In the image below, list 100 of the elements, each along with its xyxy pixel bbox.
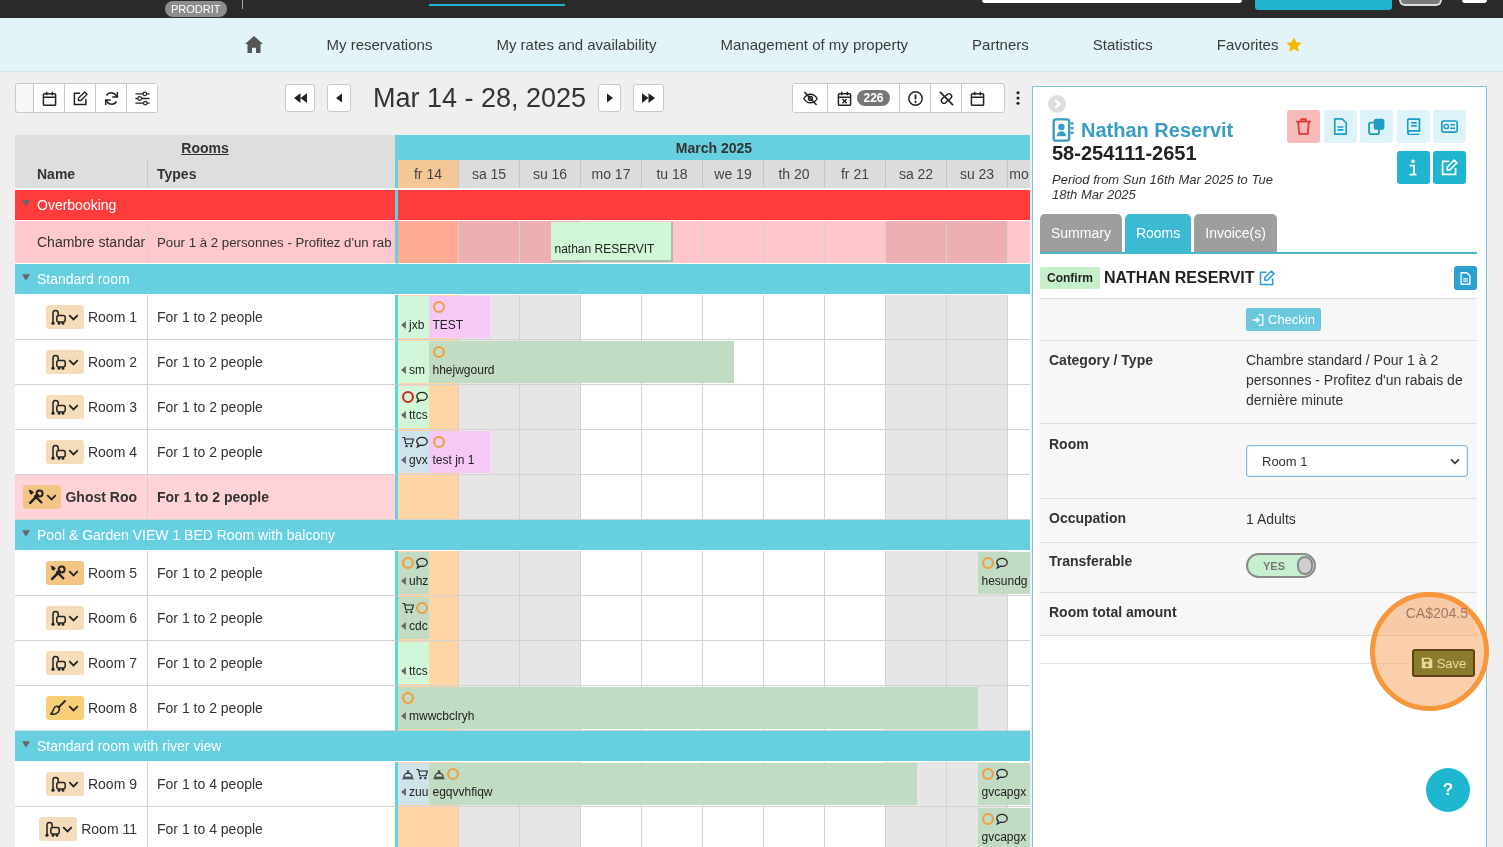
group-header[interactable]: Overbooking (15, 190, 398, 220)
room-type: For 1 to 4 people (157, 776, 263, 792)
booking-bar[interactable]: gvcapgx (977, 808, 1030, 847)
caret-left-icon (401, 788, 406, 796)
guest-name: Nathan Reservit (1081, 118, 1234, 142)
nav-link[interactable]: My rates and availability (496, 36, 657, 53)
housekeeping-menu-button[interactable] (39, 817, 78, 841)
housekeeping-menu-button[interactable] (23, 485, 62, 509)
room-name: Room 11 (81, 821, 137, 837)
booking-bar[interactable]: jxb (398, 296, 429, 338)
vacuum-icon (43, 821, 60, 837)
room-type: For 1 to 2 people (157, 444, 263, 460)
room-select[interactable]: Room 1 (1246, 445, 1468, 477)
booking-bar[interactable]: mwwcbclryh (398, 687, 978, 729)
nav-link[interactable]: Management of my property (720, 36, 909, 53)
housekeeping-menu-button[interactable] (45, 606, 84, 630)
booking-bar[interactable]: zuu (398, 763, 429, 805)
book-button[interactable] (1396, 110, 1430, 143)
chevron-down-icon (68, 358, 80, 366)
day-header: su 16 (520, 160, 581, 188)
room-type: Pour 1 à 2 personnes - Profitez d'un rab (157, 234, 392, 250)
header-button[interactable] (1398, 0, 1442, 6)
delete-button[interactable] (1287, 110, 1320, 143)
booking-bar[interactable]: cdc (398, 597, 429, 639)
day-header: th 20 (764, 160, 825, 188)
booking-bar[interactable]: nathan RESERVIT (550, 222, 673, 262)
refresh-button[interactable] (95, 84, 126, 112)
exclamation-circle-icon (907, 90, 923, 106)
date-range-title: Mar 14 - 28, 2025 (373, 82, 587, 114)
booking-bar[interactable]: egqvvhfiqw (428, 763, 917, 805)
housekeeping-menu-button[interactable] (45, 772, 84, 796)
speech-bubble-icon (416, 391, 428, 403)
search-field[interactable] (981, 0, 1242, 3)
document-button[interactable] (1454, 266, 1477, 290)
copy-button[interactable] (1360, 110, 1393, 143)
booking-bar[interactable]: TEST (428, 296, 490, 338)
room-guest-name: NATHAN RESERVIT (1104, 269, 1255, 287)
info-icon (1408, 159, 1418, 176)
booking-bar[interactable]: test jn 1 (428, 431, 490, 473)
previous-button[interactable] (327, 84, 351, 112)
sign-in-icon (1252, 313, 1264, 326)
room-name: Chambre standar (37, 234, 146, 250)
day-cell (1008, 686, 1030, 730)
document-button[interactable] (1323, 110, 1357, 143)
booking-bar[interactable]: ttcs (398, 642, 429, 684)
room-type: For 1 to 2 people (157, 354, 263, 370)
housekeeping-menu-button[interactable] (45, 395, 84, 419)
caret-down-icon[interactable] (22, 740, 30, 748)
caret-down-icon[interactable] (22, 529, 30, 537)
next-button[interactable] (598, 84, 622, 112)
caret-right-icon (606, 93, 613, 103)
booking-bar[interactable]: ttcs (398, 386, 429, 428)
booking-bar[interactable]: gvx (398, 431, 429, 473)
field-label: Occupation (1049, 510, 1127, 528)
toggle-knob (1297, 556, 1313, 575)
edit-button[interactable] (64, 84, 95, 112)
contact-card-icon (1052, 118, 1074, 142)
vacuum-icon (50, 776, 67, 792)
room-type: For 1 to 2 people (157, 655, 263, 671)
card-button[interactable] (1433, 110, 1466, 143)
chevron-down-icon (68, 704, 80, 712)
nav-link[interactable]: Favorites (1216, 36, 1279, 53)
day-cell (1008, 641, 1030, 685)
housekeeping-menu-button[interactable] (45, 440, 84, 464)
room-type: For 1 to 2 people (157, 489, 269, 505)
user-avatar[interactable] (1461, 0, 1487, 3)
housekeeping-menu-button[interactable] (45, 350, 84, 374)
housekeeping-menu-button[interactable] (45, 651, 84, 675)
home-icon[interactable] (244, 36, 263, 53)
housekeeping-menu-button[interactable] (45, 696, 84, 720)
kebab-menu-icon (1015, 91, 1020, 105)
room-type: For 1 to 2 people (157, 700, 263, 716)
trash-icon (1295, 118, 1312, 135)
transferable-toggle[interactable]: YES (1246, 553, 1316, 578)
housekeeping-menu-button[interactable] (45, 561, 84, 585)
nav-link[interactable]: My reservations (326, 36, 433, 53)
field-label: Transferable (1049, 553, 1134, 571)
environment-label: PRODRIT (165, 1, 227, 17)
chevron-down-icon (68, 403, 80, 411)
calendar-button[interactable] (33, 84, 64, 112)
caret-down-icon[interactable] (22, 273, 30, 281)
booking-bar[interactable]: hesundg (977, 552, 1030, 594)
edit-icon[interactable] (1258, 270, 1275, 286)
nav-link[interactable]: Statistics (1092, 36, 1153, 53)
fast-forward-button[interactable] (633, 84, 665, 112)
reservation-status: Confirm (1040, 267, 1100, 289)
booking-bar[interactable]: gvcapgx (977, 763, 1030, 805)
booking-bar[interactable]: uhz (398, 552, 429, 594)
room-type: For 1 to 2 people (157, 309, 263, 325)
booking-bar[interactable]: hhejwgourd (428, 341, 734, 383)
tools-icon (27, 489, 44, 505)
filter-button[interactable] (126, 84, 157, 112)
rewind-button[interactable] (285, 84, 315, 112)
sliders-icon (134, 90, 150, 106)
booking-bar[interactable]: sm (398, 341, 429, 383)
vacuum-icon (50, 655, 67, 671)
nav-link[interactable]: Partners (972, 36, 1029, 53)
housekeeping-menu-button[interactable] (45, 305, 84, 329)
field-label: Room total amount (1049, 604, 1178, 622)
room-name: Room 5 (87, 565, 137, 581)
